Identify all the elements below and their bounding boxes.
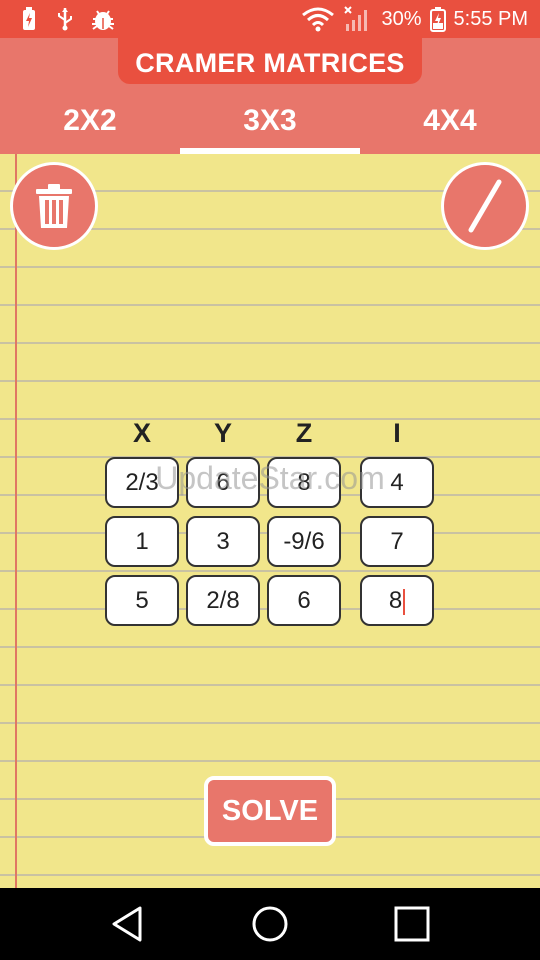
matrix-cell-r3-z[interactable]: 6: [267, 575, 341, 626]
matrix-cell-r2-x[interactable]: 1: [105, 516, 179, 567]
tab-2x2[interactable]: 2X2: [0, 98, 180, 154]
battery-icon: [429, 7, 446, 32]
android-debug-icon: [92, 10, 114, 30]
battery-percent: 30%: [381, 7, 422, 30]
slash-icon: [468, 179, 502, 233]
matrix-cell-r1-i[interactable]: 4: [360, 457, 434, 508]
column-header-z: Z: [295, 418, 313, 448]
solve-button[interactable]: SOLVE: [204, 776, 336, 846]
notepad-area: X Y Z I 2/3 6 8 4 1 3 -9/6 7 5 2/8 6 8 U…: [0, 154, 540, 888]
column-header-x: X: [132, 418, 151, 448]
column-header-i: I: [393, 418, 401, 448]
text-cursor: [403, 588, 406, 615]
recents-icon[interactable]: [390, 902, 434, 946]
matrix-cell-r3-x[interactable]: 5: [105, 575, 179, 626]
home-icon[interactable]: [248, 902, 292, 946]
tab-bar: 2X2 3X3 4X4: [0, 98, 540, 154]
navigation-bar: [0, 888, 540, 960]
usb-icon: [58, 8, 72, 31]
matrix-cell-r1-y[interactable]: 6: [186, 457, 260, 508]
wifi-icon: [302, 7, 335, 32]
tab-3x3[interactable]: 3X3: [180, 98, 360, 154]
app-header: CRAMER MATRICES 2X2 3X3 4X4: [0, 38, 540, 154]
clear-button[interactable]: [10, 162, 98, 250]
margin-line: [15, 154, 17, 888]
battery-charging-icon: [23, 7, 35, 30]
matrix-cell-r2-y[interactable]: 3: [186, 516, 260, 567]
tab-4x4[interactable]: 4X4: [360, 98, 540, 154]
status-time: 5:55 PM: [453, 7, 528, 30]
matrix-cell-r2-i[interactable]: 7: [360, 516, 434, 567]
matrix-cell-r3-y[interactable]: 2/8: [186, 575, 260, 626]
cell-value: 8: [388, 587, 403, 614]
fraction-button[interactable]: [441, 162, 529, 250]
matrix-cell-r1-x[interactable]: 2/3: [105, 457, 179, 508]
app-title: CRAMER MATRICES: [118, 38, 422, 84]
cellular-signal-icon: [344, 6, 368, 31]
matrix-cell-r2-z[interactable]: -9/6: [267, 516, 341, 567]
column-header-y: Y: [213, 418, 232, 448]
back-icon[interactable]: [106, 902, 150, 946]
matrix-cell-r3-i[interactable]: 8: [360, 575, 434, 626]
status-bar: 30% 5:55 PM: [0, 0, 540, 38]
trash-icon: [36, 184, 72, 228]
matrix-cell-r1-z[interactable]: 8: [267, 457, 341, 508]
